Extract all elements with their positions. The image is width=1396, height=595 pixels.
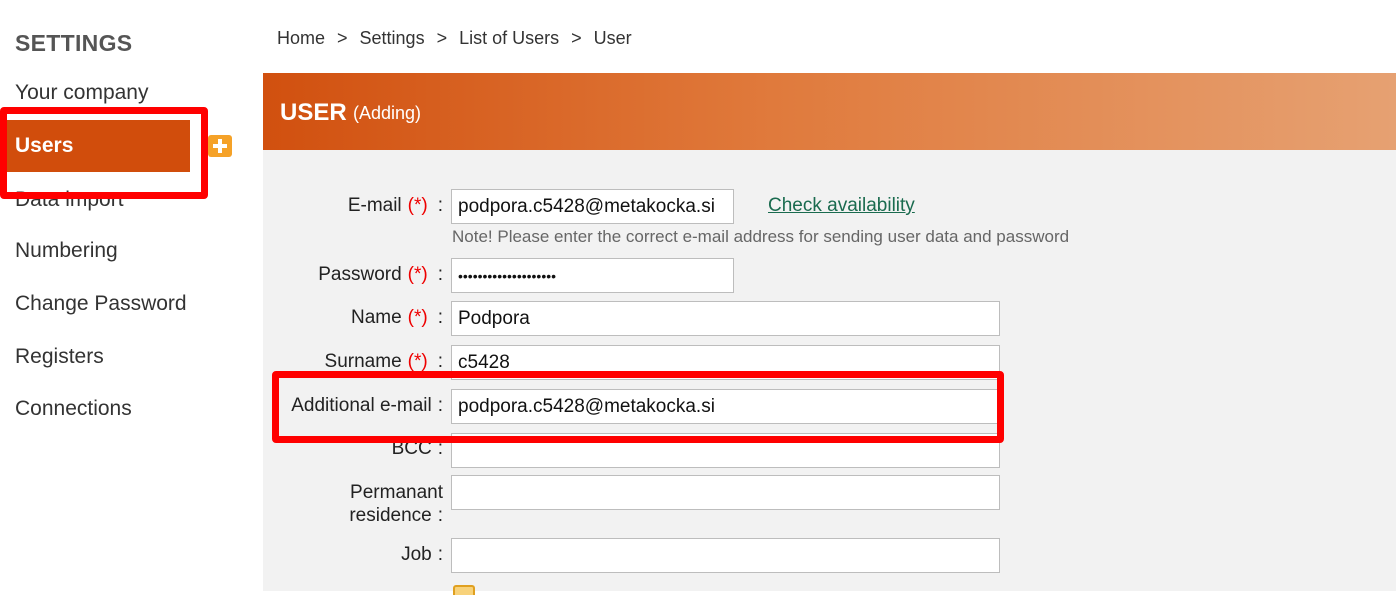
bcc-label: BCC: xyxy=(391,438,443,459)
sidebar-item-data-import[interactable]: Data import xyxy=(15,188,124,212)
page-header: USER (Adding) xyxy=(263,73,1396,150)
surname-field[interactable] xyxy=(451,345,1000,380)
check-availability-link[interactable]: Check availability xyxy=(768,195,915,217)
job-field[interactable] xyxy=(451,538,1000,573)
additional-email-label: Additional e-mail: xyxy=(291,395,443,416)
breadcrumb-separator: > xyxy=(571,28,582,48)
sidebar-item-change-password[interactable]: Change Password xyxy=(15,292,187,316)
sidebar: SETTINGS Your company Data import Users … xyxy=(0,0,262,591)
breadcrumb: Home > Settings > List of Users > User xyxy=(277,28,632,49)
permanent-residence-field[interactable] xyxy=(451,475,1000,510)
sidebar-item-connections[interactable]: Connections xyxy=(15,397,132,421)
add-user-icon[interactable] xyxy=(208,135,232,157)
permanent-residence-label: Permanant residence: xyxy=(349,482,443,526)
breadcrumb-home[interactable]: Home xyxy=(277,28,325,49)
breadcrumb-current: User xyxy=(593,28,632,48)
bcc-field[interactable] xyxy=(451,433,1000,468)
breadcrumb-separator: > xyxy=(436,28,448,48)
email-note: Note! Please enter the correct e-mail ad… xyxy=(452,227,1070,246)
email-label: E-mail (*): xyxy=(347,195,443,216)
password-field[interactable] xyxy=(451,258,734,293)
email-field[interactable] xyxy=(451,189,734,224)
sidebar-item-registers[interactable]: Registers xyxy=(15,345,104,369)
name-field[interactable] xyxy=(451,301,1000,336)
breadcrumb-separator: > xyxy=(337,28,348,48)
password-label: Password (*): xyxy=(318,264,443,285)
surname-label: Surname (*): xyxy=(324,351,443,372)
page-title: USER xyxy=(280,99,347,126)
sidebar-item-your-company[interactable]: Your company xyxy=(15,81,148,105)
breadcrumb-settings[interactable]: Settings xyxy=(360,28,425,49)
sidebar-title: SETTINGS xyxy=(15,30,133,56)
checkbox-icon[interactable] xyxy=(453,585,475,595)
additional-email-field[interactable] xyxy=(451,389,1000,424)
page-subtitle: (Adding) xyxy=(353,103,422,123)
sidebar-item-users[interactable]: Users xyxy=(3,120,190,172)
sidebar-item-numbering[interactable]: Numbering xyxy=(15,239,118,263)
breadcrumb-list-of-users[interactable]: List of Users xyxy=(459,28,559,49)
name-label: Name (*): xyxy=(350,307,443,328)
job-label: Job: xyxy=(401,544,443,565)
